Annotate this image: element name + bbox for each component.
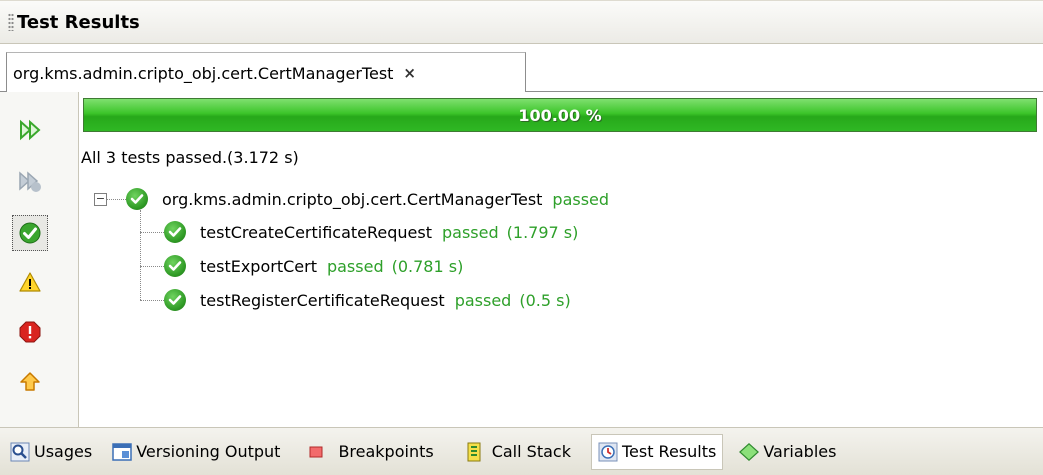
tab-test-results[interactable]: Test Results: [590, 433, 724, 470]
tab-variables[interactable]: Variables: [733, 434, 842, 470]
tree-connector: [106, 199, 126, 200]
call-stack-icon: [464, 442, 484, 462]
tree-test-node[interactable]: testExportCert passed (0.781 s): [164, 251, 463, 281]
rerun-icon: [20, 119, 41, 141]
show-passed-button[interactable]: [12, 215, 48, 251]
rerun-button[interactable]: [12, 112, 48, 148]
show-warnings-icon: [19, 272, 41, 292]
show-errors-icon: [19, 321, 41, 343]
magnifier-icon: [10, 442, 30, 462]
test-suite-name: org.kms.admin.cripto_obj.cert.CertManage…: [162, 189, 543, 209]
test-name: testExportCert: [200, 256, 317, 276]
summary-text: All 3 tests passed.(3.172 s): [81, 148, 299, 167]
rerun-failed-button[interactable]: [12, 164, 48, 200]
tree-connector: [140, 300, 164, 301]
tree-test-node[interactable]: testRegisterCertificateRequest passed (0…: [164, 285, 571, 315]
passed-check-icon: [164, 221, 186, 243]
tab-label: Test Results: [621, 442, 717, 461]
tab-label: Usages: [34, 442, 93, 461]
previous-failure-icon: [20, 372, 40, 391]
passed-check-icon: [164, 289, 186, 311]
variables-icon: [739, 442, 760, 462]
passed-check-icon: [164, 255, 186, 277]
duration-text: (0.5 s): [519, 290, 571, 310]
tree-test-node[interactable]: testCreateCertificateRequest passed (1.7…: [164, 217, 578, 247]
side-toolbar: [0, 92, 79, 427]
output-window-icon: [112, 442, 132, 462]
test-results-icon: [598, 442, 618, 462]
tree-connector: [140, 210, 141, 300]
bottom-tab-bar: Usages Versioning Output Breakpoints Cal…: [0, 427, 1043, 475]
tab-breakpoints[interactable]: Breakpoints: [300, 434, 439, 470]
tab-label: org.kms.admin.cripto_obj.cert.CertManage…: [13, 63, 394, 83]
collapse-toggle-icon[interactable]: −: [94, 193, 107, 206]
tab-close-icon[interactable]: ×: [403, 64, 416, 82]
test-name: testRegisterCertificateRequest: [200, 290, 445, 310]
drag-grip[interactable]: [8, 13, 14, 31]
show-errors-button[interactable]: [12, 314, 48, 350]
status-text: passed: [552, 189, 610, 209]
duration-text: (1.797 s): [506, 222, 579, 242]
progress-text: 100.00 %: [518, 105, 602, 125]
tree-connector: [140, 232, 164, 233]
status-text: passed: [442, 222, 499, 242]
show-passed-icon: [19, 222, 41, 244]
tab-certmanagertest[interactable]: org.kms.admin.cripto_obj.cert.CertManage…: [6, 52, 526, 93]
breakpoint-icon: [306, 442, 326, 462]
tab-label: Breakpoints: [338, 442, 434, 461]
window-title-bar[interactable]: Test Results: [0, 0, 1043, 44]
previous-failure-button[interactable]: [12, 364, 48, 400]
rerun-failed-icon: [19, 171, 41, 192]
tab-usages[interactable]: Usages: [4, 434, 98, 470]
tab-call-stack[interactable]: Call Stack: [458, 434, 577, 470]
passed-check-icon: [126, 188, 148, 210]
results-panel: 100.00 % All 3 tests passed.(3.172 s) − …: [79, 92, 1043, 427]
show-warnings-button[interactable]: [12, 264, 48, 300]
tree-root-node[interactable]: org.kms.admin.cripto_obj.cert.CertManage…: [126, 184, 609, 214]
status-text: passed: [326, 256, 384, 276]
tab-label: Variables: [763, 442, 837, 461]
test-name: testCreateCertificateRequest: [200, 222, 432, 242]
tab-label: Call Stack: [491, 442, 571, 461]
duration-text: (0.781 s): [391, 256, 464, 276]
progress-bar: 100.00 %: [83, 98, 1037, 132]
tab-label: Versioning Output: [136, 442, 281, 461]
tab-versioning-output[interactable]: Versioning Output: [106, 434, 286, 470]
status-text: passed: [454, 290, 512, 310]
window-title: Test Results: [17, 11, 140, 33]
tree-connector: [140, 266, 164, 267]
tab-strip: org.kms.admin.cripto_obj.cert.CertManage…: [0, 44, 1043, 93]
